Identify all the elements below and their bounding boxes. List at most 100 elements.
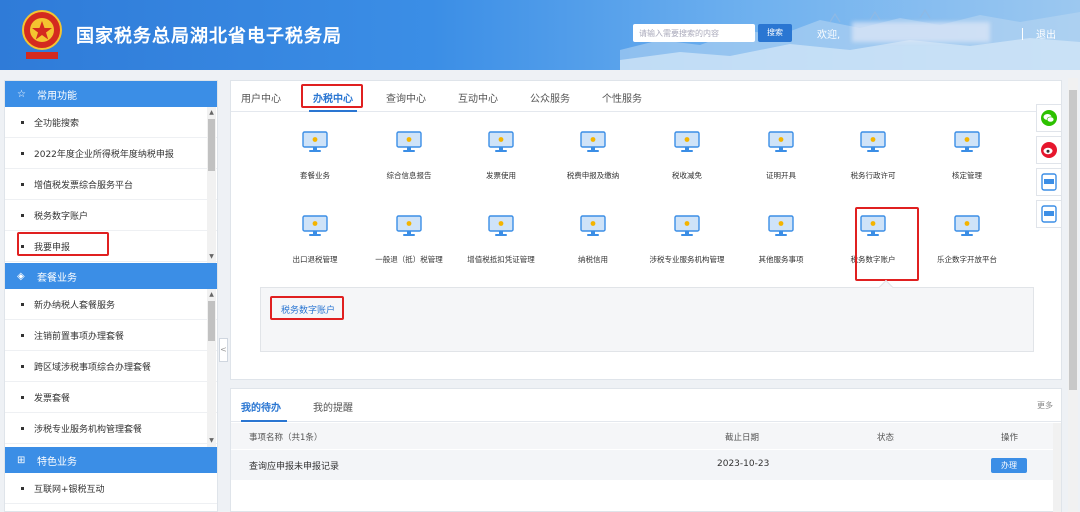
search-input[interactable] (633, 24, 755, 42)
handle-button[interactable]: 办理 (991, 458, 1027, 473)
service-tile[interactable]: 税收减免 (641, 131, 733, 181)
monitor-icon (488, 215, 514, 236)
more-link[interactable]: 更多 (1037, 400, 1053, 411)
scroll-thumb[interactable] (208, 301, 215, 341)
tab-my-reminders[interactable]: 我的提醒 (313, 399, 353, 414)
bullet-icon (21, 182, 24, 186)
app-icon (1041, 205, 1057, 223)
service-tile[interactable]: 综合信息报告 (363, 131, 455, 181)
service-tile[interactable]: 一般退（抵）税管理 (363, 215, 455, 265)
page-scrollbar[interactable] (1068, 78, 1078, 512)
sidebar-item[interactable]: 增值税发票综合服务平台 (5, 169, 217, 200)
service-tile-label: 发票使用 (486, 171, 516, 180)
sidebar-item[interactable]: 发票套餐 (5, 382, 217, 413)
monitor-icon (580, 215, 606, 236)
service-tile-label: 纳税信用 (578, 255, 608, 264)
sidebar-item[interactable]: 跨区域涉税事项综合办理套餐 (5, 351, 217, 382)
tab-user-center[interactable]: 用户中心 (241, 90, 281, 105)
sidebar-item-label: 增值税发票综合服务平台 (34, 180, 134, 191)
bullet-icon (21, 364, 24, 368)
sidebar-item-label: 跨区域涉税事项综合办理套餐 (34, 362, 152, 373)
welcome-text: 欢迎, (817, 30, 841, 41)
sidebar-scrollbar[interactable]: ▲ ▼ (207, 289, 216, 447)
sidebar-item-label: 发票套餐 (34, 393, 71, 404)
service-tile[interactable]: 核定管理 (921, 131, 1013, 181)
service-tile[interactable]: 证明开具 (735, 131, 827, 181)
table-scrollbar[interactable] (1053, 423, 1061, 512)
main-tabs: 用户中心 办税中心 查询中心 互动中心 公众服务 个性服务 (231, 81, 1061, 112)
service-tile[interactable]: 套餐业务 (269, 131, 361, 181)
sidebar-section-common[interactable]: ☆ 常用功能 (5, 81, 217, 107)
weibo-button[interactable] (1036, 136, 1062, 164)
sidebar-item[interactable]: 全功能搜索 (5, 107, 217, 138)
sidebar-item[interactable]: 2022年度企业所得税年度纳税申报 (5, 138, 217, 169)
service-tile[interactable]: 税务行政许可 (827, 131, 919, 181)
service-tile-label: 证明开具 (766, 171, 796, 180)
tab-personal-service[interactable]: 个性服务 (602, 90, 642, 105)
sidebar-scrollbar[interactable]: ▲ ▼ (207, 107, 216, 263)
monitor-icon (302, 215, 328, 236)
wechat-button[interactable] (1036, 104, 1062, 132)
logout-link[interactable]: 退出 (1036, 26, 1056, 41)
highlight-box (855, 207, 919, 281)
sidebar-collapse-button[interactable]: < (219, 338, 228, 362)
service-tile[interactable]: 纳税信用 (547, 215, 639, 265)
service-tile-label: 其他服务事项 (758, 255, 804, 264)
tab-public-service[interactable]: 公众服务 (530, 90, 570, 105)
star-icon: ☆ (17, 88, 26, 100)
table-row: 查询应申报未申报记录 2023-10-23 办理 (231, 450, 1053, 480)
service-tile-label: 综合信息报告 (386, 171, 432, 180)
service-tile-label: 涉税专业服务机构管理 (649, 255, 725, 264)
service-tile-label: 套餐业务 (300, 171, 330, 180)
service-tile[interactable]: 乐企数字开放平台 (921, 215, 1013, 265)
sidebar-section-special[interactable]: ⊞ 特色业务 (5, 447, 217, 473)
monitor-icon (580, 131, 606, 152)
tab-interaction-center[interactable]: 互动中心 (458, 90, 498, 105)
sidebar-item[interactable]: 新办纳税人套餐服务 (5, 289, 217, 320)
sidebar-item-label: 2022年度企业所得税年度纳税申报 (34, 149, 174, 160)
service-tile[interactable]: 增值税抵扣凭证管理 (455, 215, 547, 265)
service-tile-label: 税务行政许可 (850, 171, 896, 180)
wechat-icon (1041, 110, 1057, 126)
tab-query-center[interactable]: 查询中心 (386, 90, 426, 105)
service-tile[interactable]: 出口退税管理 (269, 215, 361, 265)
scroll-down-icon[interactable]: ▼ (207, 253, 216, 261)
sidebar-section-package[interactable]: ◈ 套餐业务 (5, 263, 217, 289)
grid-icon: ⊞ (17, 454, 26, 466)
app-button-1[interactable] (1036, 168, 1062, 196)
service-tile[interactable]: 发票使用 (455, 131, 547, 181)
service-tile[interactable]: 税费申报及缴纳 (547, 131, 639, 181)
top-header: 国家税务总局湖北省电子税务局 搜索 欢迎, 退出 (0, 0, 1080, 70)
todo-item-deadline: 2023-10-23 (717, 459, 770, 469)
scroll-thumb[interactable] (1069, 90, 1077, 390)
app-button-2[interactable] (1036, 200, 1062, 228)
service-tile-label: 增值税抵扣凭证管理 (467, 255, 535, 264)
sidebar-item[interactable]: 互联网+银税互动 (5, 473, 217, 504)
service-tile-label: 出口退税管理 (292, 255, 338, 264)
submenu-panel: 税务数字账户 (260, 279, 1034, 352)
username-redacted (852, 22, 990, 42)
submenu-caret (878, 279, 894, 295)
todo-panel: 我的待办 我的提醒 更多 事项名称（共1条） 截止日期 状态 操作 查询应申报未… (230, 388, 1062, 512)
scroll-up-icon[interactable]: ▲ (207, 291, 216, 299)
sidebar-section-title: 常用功能 (37, 90, 77, 102)
service-tile[interactable]: 其他服务事项 (735, 215, 827, 265)
service-tile-label: 一般退（抵）税管理 (375, 255, 443, 264)
scroll-thumb[interactable] (208, 119, 215, 171)
sidebar-item[interactable]: 涉税专业服务机构管理套餐 (5, 413, 217, 444)
monitor-icon (396, 215, 422, 236)
scroll-down-icon[interactable]: ▼ (207, 437, 216, 445)
monitor-icon (768, 215, 794, 236)
sidebar-list-common: 全功能搜索 2022年度企业所得税年度纳税申报 增值税发票综合服务平台 税务数字… (5, 107, 217, 263)
tab-my-todo[interactable]: 我的待办 (241, 399, 281, 414)
bullet-icon (21, 426, 24, 430)
bullet-icon (21, 333, 24, 337)
sidebar-item-tax-digital-account[interactable]: 税务数字账户 (5, 200, 217, 231)
bullet-icon (21, 486, 24, 490)
service-tile-label: 核定管理 (952, 171, 982, 180)
scroll-up-icon[interactable]: ▲ (207, 109, 216, 117)
search-button[interactable]: 搜索 (758, 24, 792, 42)
sidebar-item-label: 注销前置事项办理套餐 (34, 331, 125, 342)
service-tile[interactable]: 涉税专业服务机构管理 (641, 215, 733, 265)
sidebar-item[interactable]: 注销前置事项办理套餐 (5, 320, 217, 351)
